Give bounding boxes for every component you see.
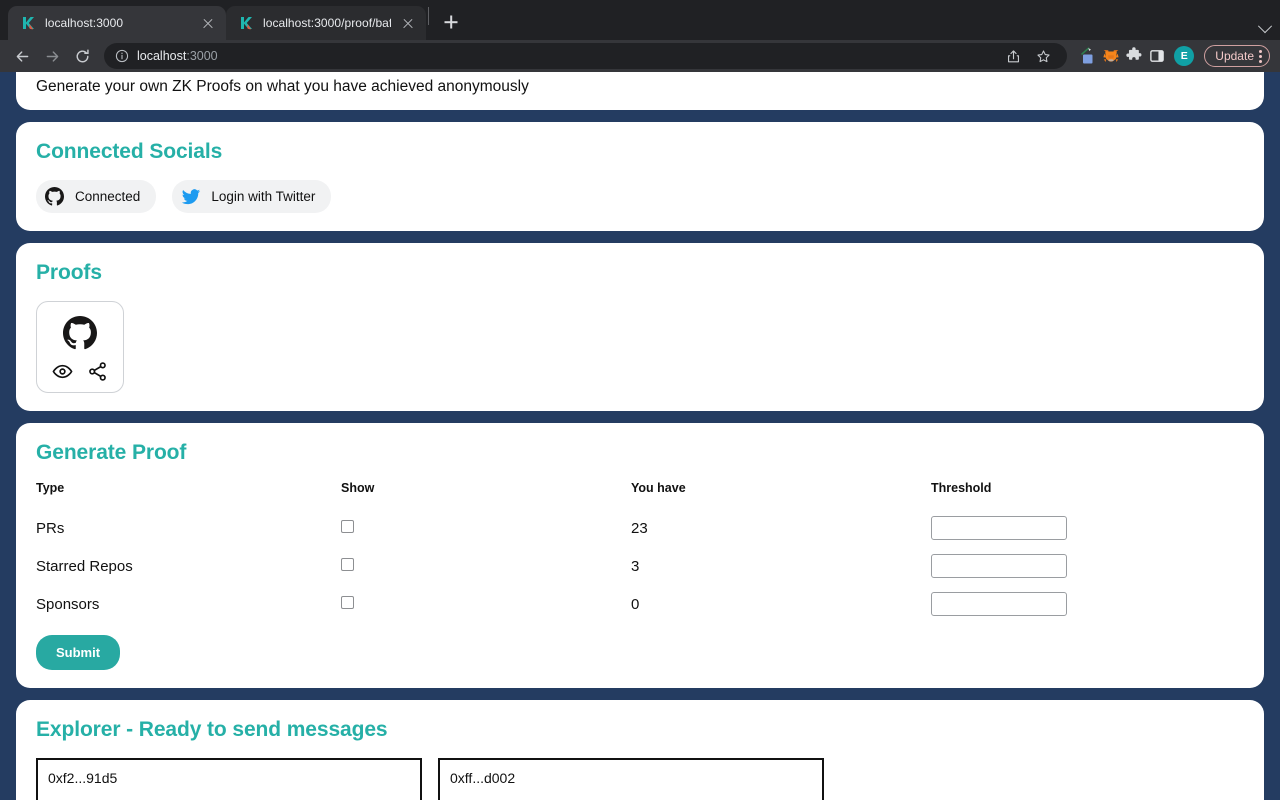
column-header-show: Show (341, 481, 375, 495)
show-checkbox-starred-repos[interactable] (341, 557, 354, 571)
social-buttons-row: Connected Login with Twitter (36, 180, 1244, 213)
row-type-starred-repos: Starred Repos (36, 557, 133, 575)
extensions-puzzle-icon[interactable] (1125, 47, 1143, 65)
address-bar-url: localhost:3000 (137, 49, 218, 63)
table-row: Sponsors 0 (36, 585, 1244, 623)
page-tagline: Generate your own ZK Proofs on what you … (36, 78, 529, 95)
show-checkbox-sponsors[interactable] (341, 595, 354, 609)
table-row: Starred Repos 3 (36, 547, 1244, 585)
row-you-have-sponsors: 0 (631, 595, 640, 613)
twitter-login-button[interactable]: Login with Twitter (172, 180, 332, 213)
tab-strip-actions (1257, 19, 1280, 40)
tab-strip: localhost:3000 localhost:3000/proof/bafy… (0, 0, 1280, 40)
submit-button[interactable]: Submit (36, 635, 121, 670)
browser-tab-2-title: localhost:3000/proof/bafybeih (263, 16, 391, 30)
reload-button[interactable] (68, 42, 96, 70)
side-panel-icon[interactable] (1148, 47, 1166, 65)
connected-socials-card: Connected Socials Connected Login with T… (16, 122, 1264, 231)
row-you-have-starred-repos: 3 (631, 557, 640, 575)
column-header-type: Type (36, 481, 65, 495)
browser-toolbar: localhost:3000 E Update (0, 40, 1280, 72)
share-icon[interactable] (87, 361, 108, 382)
explorer-card: Explorer - Ready to send messages 0xf2..… (16, 700, 1264, 800)
close-icon[interactable] (200, 15, 216, 31)
table-header-row: Type Show You have Threshold (36, 481, 1244, 509)
row-type-prs: PRs (36, 519, 65, 537)
twitter-icon (180, 186, 201, 207)
browser-tab-1-title: localhost:3000 (45, 16, 124, 30)
explorer-title: Explorer - Ready to send messages (36, 718, 388, 741)
eye-icon[interactable] (52, 361, 73, 382)
generate-proof-title: Generate Proof (36, 441, 187, 464)
proof-tile[interactable] (36, 301, 124, 393)
row-you-have-prs: 23 (631, 519, 648, 537)
show-checkbox-prs[interactable] (341, 519, 354, 533)
extension-icons (1079, 47, 1166, 65)
column-header-you-have: You have (631, 481, 686, 495)
message-box-2[interactable]: 0xff...d002 (438, 758, 824, 800)
proof-tile-actions (37, 361, 123, 382)
page-content: Generate your own ZK Proofs on what you … (0, 72, 1280, 800)
threshold-input-starred-repos[interactable] (931, 554, 1067, 578)
metamask-extension-icon[interactable] (1102, 47, 1120, 65)
forward-button[interactable] (38, 42, 66, 70)
column-header-threshold: Threshold (931, 481, 992, 495)
threshold-input-sponsors[interactable] (931, 592, 1067, 616)
tab-divider (428, 7, 429, 25)
update-button[interactable]: Update (1204, 45, 1270, 67)
browser-window: localhost:3000 localhost:3000/proof/bafy… (0, 0, 1280, 800)
generate-proof-card: Generate Proof Type Show You have Thresh… (16, 423, 1264, 688)
github-icon (63, 316, 97, 350)
github-connected-label: Connected (75, 189, 141, 204)
row-type-sponsors: Sponsors (36, 595, 100, 613)
generate-proof-table: Type Show You have Threshold PRs 23 Star… (36, 481, 1244, 623)
row-show-cell (341, 585, 631, 623)
connected-socials-title: Connected Socials (36, 140, 223, 163)
dark-reader-extension-icon[interactable] (1079, 47, 1097, 65)
page-viewport: Generate your own ZK Proofs on what you … (0, 72, 1280, 800)
message-box-1[interactable]: 0xf2...91d5 (36, 758, 422, 800)
back-button[interactable] (8, 42, 36, 70)
browser-tab-1[interactable]: localhost:3000 (8, 6, 226, 40)
close-icon[interactable] (400, 15, 416, 31)
zk-app-favicon (238, 15, 254, 31)
threshold-input-prs[interactable] (931, 516, 1067, 540)
proofs-title: Proofs (36, 261, 102, 284)
share-icon[interactable] (999, 44, 1027, 68)
zk-app-favicon (20, 15, 36, 31)
bookmark-star-icon[interactable] (1029, 44, 1057, 68)
chevron-down-icon[interactable] (1257, 19, 1273, 34)
omnibox-actions (999, 44, 1057, 68)
update-button-label: Update (1215, 49, 1254, 63)
browser-menu-icon[interactable] (1259, 49, 1262, 63)
browser-tab-2[interactable]: localhost:3000/proof/bafybeih (226, 6, 426, 40)
url-port: :3000 (186, 49, 218, 63)
table-body: PRs 23 Starred Repos 3 Sponsors 0 (36, 509, 1244, 623)
github-icon (44, 186, 65, 207)
intro-card: Generate your own ZK Proofs on what you … (16, 72, 1264, 110)
github-connected-button[interactable]: Connected (36, 180, 157, 213)
site-info-icon[interactable] (115, 49, 129, 63)
row-show-cell (341, 509, 631, 547)
table-header: Type Show You have Threshold (36, 481, 1244, 509)
row-show-cell (341, 547, 631, 585)
table-row: PRs 23 (36, 509, 1244, 547)
twitter-login-label: Login with Twitter (211, 189, 316, 204)
new-tab-button[interactable] (437, 8, 465, 36)
proofs-card: Proofs (16, 243, 1264, 411)
profile-avatar[interactable]: E (1174, 46, 1195, 66)
address-bar[interactable]: localhost:3000 (104, 43, 1068, 69)
explorer-messages-row: 0xf2...91d5 0xff...d002 (36, 758, 1244, 800)
url-host: localhost (137, 49, 187, 63)
